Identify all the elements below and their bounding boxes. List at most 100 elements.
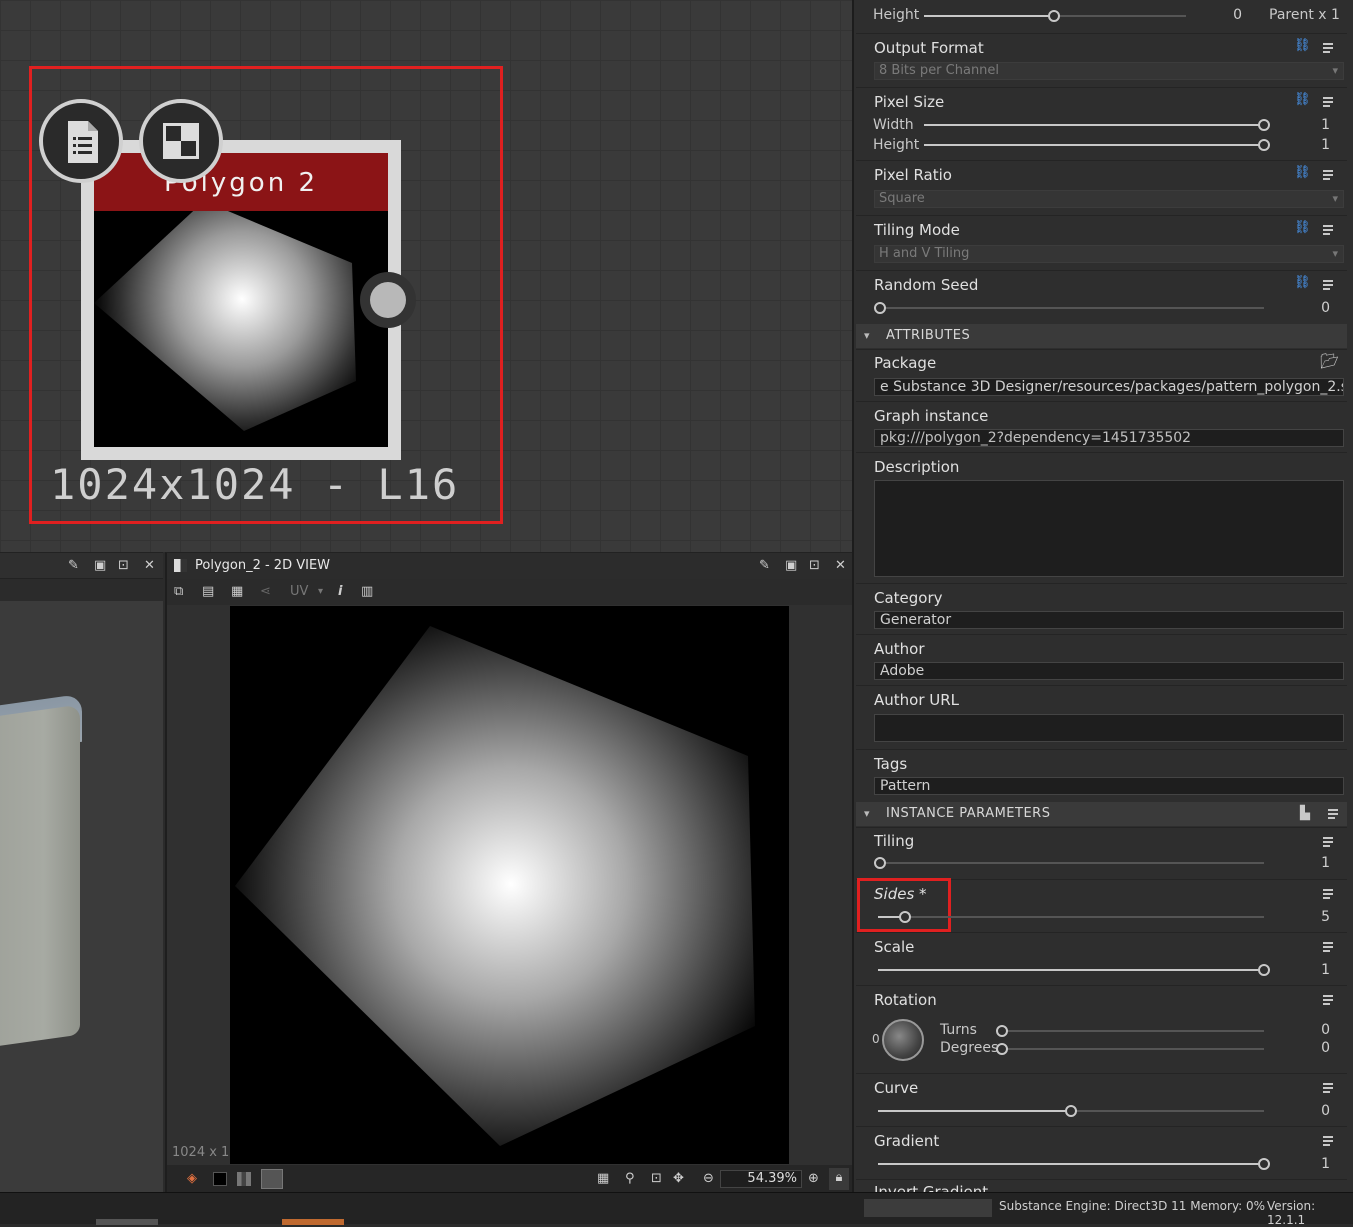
menu-icon[interactable] — [1323, 942, 1337, 954]
menu-icon[interactable] — [1323, 170, 1337, 182]
prop-category: Category Generator — [856, 583, 1347, 634]
zoom-out-icon[interactable]: ⊖ — [703, 1169, 714, 1189]
menu-icon[interactable] — [1328, 809, 1342, 821]
fit-icon[interactable]: ⊡ — [651, 1169, 662, 1189]
black-swatch-icon[interactable] — [213, 1172, 227, 1186]
close-icon[interactable]: ✕ — [144, 556, 155, 576]
2d-view-image[interactable] — [230, 606, 789, 1164]
degrees-slider-knob[interactable] — [996, 1043, 1008, 1055]
3d-view-panel[interactable]: ✎ ▣ ⊡ ✕ — [0, 552, 163, 1192]
pixel-ratio-dropdown[interactable]: Square ▾ — [874, 190, 1344, 208]
category-field[interactable]: Generator — [874, 611, 1344, 629]
share-icon[interactable]: ⋖ — [260, 582, 271, 602]
link-icon[interactable]: ⛓ — [1294, 92, 1311, 107]
menu-icon[interactable] — [1323, 995, 1337, 1007]
copy-icon[interactable]: ⧉ — [174, 582, 183, 602]
color-display-icon[interactable] — [261, 1169, 283, 1189]
prop-tags: Tags Pattern — [856, 749, 1347, 800]
output-format-dropdown[interactable]: 8 Bits per Channel ▾ — [874, 62, 1344, 80]
lock-icon[interactable]: 🔒︎ — [829, 1168, 849, 1190]
save-icon[interactable]: ▤ — [202, 582, 214, 602]
height-slider-knob[interactable] — [1258, 139, 1270, 151]
rotation-dial[interactable] — [882, 1019, 924, 1061]
menu-icon[interactable] — [1323, 43, 1337, 55]
pixel-size-label: Pixel Size — [874, 93, 945, 111]
pixel-icon[interactable]: ⚲ — [625, 1169, 635, 1189]
pin-icon[interactable]: ✎ — [759, 556, 770, 576]
link-icon[interactable]: ⛓ — [1294, 38, 1311, 53]
link-icon[interactable]: ⛓ — [1294, 275, 1311, 290]
width-slider-knob[interactable] — [1258, 119, 1270, 131]
preset-icon[interactable]: ▙ — [1300, 802, 1311, 826]
menu-icon[interactable] — [1323, 1083, 1337, 1095]
instance-header-label: INSTANCE PARAMETERS — [886, 806, 1051, 821]
uv-dropdown[interactable]: UV — [290, 582, 308, 602]
properties-panel[interactable]: Height 0 Parent x 1 Output Format ⛓ 8 Bi… — [852, 0, 1353, 1192]
prop-author: Author Adobe — [856, 634, 1347, 685]
chevron-down-icon: ▾ — [864, 329, 871, 342]
slider-fill — [878, 1110, 1070, 1112]
layers-icon[interactable]: ◈ — [187, 1169, 197, 1189]
folder-icon[interactable]: 📂︎ — [1320, 352, 1339, 370]
taskbar-item[interactable] — [96, 1219, 158, 1225]
checker-icon[interactable] — [139, 99, 223, 183]
pan-icon[interactable]: ✥ — [673, 1169, 684, 1189]
grid-icon[interactable]: ▦ — [597, 1169, 609, 1189]
menu-icon[interactable] — [1323, 837, 1337, 849]
attributes-header-label: ATTRIBUTES — [886, 328, 971, 343]
pin-icon[interactable]: ✎ — [68, 556, 79, 576]
random-seed-slider-knob[interactable] — [874, 302, 886, 314]
sides-value: 5 — [1321, 909, 1330, 925]
channels-icon[interactable] — [237, 1172, 251, 1186]
clipboard-icon[interactable]: ▦ — [231, 582, 243, 602]
attributes-section-header[interactable]: ▾ ATTRIBUTES — [856, 324, 1347, 348]
menu-icon[interactable] — [1323, 97, 1337, 109]
curve-slider-knob[interactable] — [1065, 1105, 1077, 1117]
height-slider-knob[interactable] — [1048, 10, 1060, 22]
invert-gradient-label: Invert Gradient — [874, 1183, 989, 1192]
scale-slider-knob[interactable] — [1258, 964, 1270, 976]
3d-mesh — [0, 704, 80, 1052]
float-icon[interactable]: ▣ — [94, 556, 106, 576]
link-icon[interactable]: ⛓ — [1294, 165, 1311, 180]
instance-parameters-section-header[interactable]: ▾ INSTANCE PARAMETERS ▙ — [856, 802, 1347, 826]
tiling-mode-dropdown[interactable]: H and V Tiling ▾ — [874, 245, 1344, 263]
parent-dropdown[interactable]: Parent x 1 — [1269, 7, 1340, 23]
author-label: Author — [874, 640, 925, 658]
author-url-field[interactable] — [874, 714, 1344, 742]
output-port[interactable] — [360, 272, 416, 328]
float-icon[interactable]: ▣ — [785, 556, 797, 576]
menu-icon[interactable] — [1323, 889, 1337, 901]
sides-slider-knob[interactable] — [899, 911, 911, 923]
graph-instance-field[interactable]: pkg:///polygon_2?dependency=1451735502 — [874, 429, 1344, 447]
2d-view-panel[interactable]: Polygon_2 - 2D VIEW ✎ ▣ ⊡ ✕ ⧉ ▤ ▦ ⋖ UV ▾… — [165, 552, 854, 1193]
histogram-icon[interactable]: ▥ — [361, 582, 373, 602]
prop-graph-instance: Graph instance pkg:///polygon_2?dependen… — [856, 401, 1347, 452]
prop-description: Description — [856, 452, 1347, 583]
taskbar-item-active[interactable] — [282, 1219, 344, 1225]
slider-track — [882, 916, 1264, 918]
menu-icon[interactable] — [1323, 1136, 1337, 1148]
height-label: Height — [873, 137, 920, 153]
tiling-slider-knob[interactable] — [874, 857, 886, 869]
document-icon[interactable] — [39, 99, 123, 183]
maximize-icon[interactable]: ⊡ — [809, 556, 820, 576]
author-field[interactable]: Adobe — [874, 662, 1344, 680]
chevron-down-icon[interactable]: ▾ — [318, 582, 323, 602]
description-textarea[interactable] — [874, 480, 1344, 577]
close-icon[interactable]: ✕ — [835, 556, 846, 576]
maximize-icon[interactable]: ⊡ — [118, 556, 129, 576]
menu-icon[interactable] — [1323, 280, 1337, 292]
graph-canvas[interactable]: Polygon 2 1024x1024 - L16 — [0, 0, 852, 552]
2d-view-title: Polygon_2 - 2D VIEW — [195, 558, 331, 573]
package-field[interactable]: e Substance 3D Designer/resources/packag… — [874, 378, 1344, 396]
menu-icon[interactable] — [1323, 225, 1337, 237]
slider-fill — [878, 1163, 1264, 1165]
tags-field[interactable]: Pattern — [874, 777, 1344, 795]
link-icon[interactable]: ⛓ — [1294, 220, 1311, 235]
zoom-field[interactable]: 54.39% — [720, 1170, 802, 1188]
turns-slider-knob[interactable] — [996, 1025, 1008, 1037]
zoom-in-icon[interactable]: ⊕ — [808, 1169, 819, 1189]
gradient-slider-knob[interactable] — [1258, 1158, 1270, 1170]
info-icon[interactable]: i — [338, 582, 342, 602]
